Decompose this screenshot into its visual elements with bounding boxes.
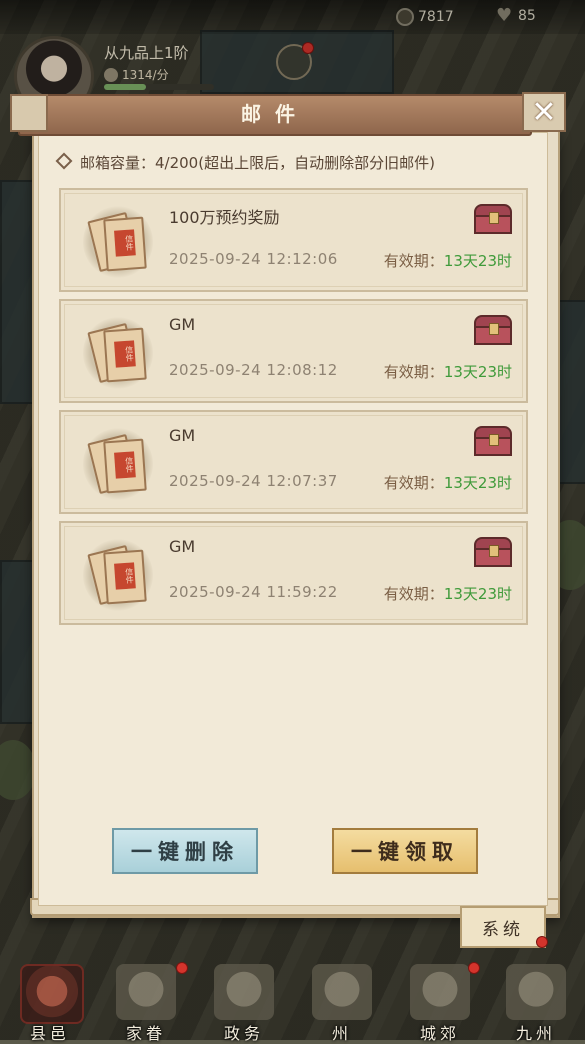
- validity-label: 有效期：: [383, 474, 444, 492]
- mail-title: GM: [169, 315, 196, 334]
- nav-label: 政务: [223, 1024, 264, 1043]
- mail-validity: 有效期：13天23时: [384, 361, 512, 382]
- mailbox-capacity: 邮箱容量：4/200(超出上限后，自动删除部分旧邮件): [55, 152, 435, 173]
- nine-provinces-icon: [506, 964, 566, 1020]
- system-tab-notification-dot: [536, 936, 548, 948]
- validity-value: 13天23时: [443, 363, 512, 381]
- mail-validity: 有效期：13天23时: [384, 472, 512, 493]
- nav-label: 县邑: [29, 1024, 70, 1043]
- treasure-chest-icon: [474, 537, 512, 567]
- close-button[interactable]: ✕: [522, 92, 566, 132]
- mail-item[interactable]: 信件 100万预约奖励 2025-09-24 12:12:06 有效期：13天2…: [59, 188, 528, 292]
- envelope-icon: 信件: [83, 317, 153, 389]
- mail-title: 100万预约奖励: [169, 208, 280, 227]
- validity-label: 有效期：: [383, 585, 444, 603]
- mail-validity: 有效期：13天23时: [384, 583, 512, 604]
- dialog-title-bar: 邮件: [10, 94, 532, 136]
- validity-label: 有效期：: [383, 252, 444, 270]
- nav-label: 州: [331, 1024, 352, 1043]
- envelope-icon: 信件: [83, 539, 153, 611]
- nav-item-county[interactable]: 县邑: [10, 964, 90, 1043]
- mail-date: 2025-09-24 12:07:37: [169, 472, 338, 490]
- validity-value: 13天23时: [443, 474, 512, 492]
- mail-date: 2025-09-24 11:59:22: [169, 583, 338, 601]
- nav-label: 九州: [515, 1024, 556, 1043]
- mail-validity: 有效期：13天23时: [384, 250, 512, 271]
- treasure-chest-icon: [474, 426, 512, 456]
- mail-title: GM: [169, 537, 196, 556]
- nav-item-suburbs[interactable]: 城郊: [400, 964, 480, 1043]
- tab-system[interactable]: 系统: [460, 906, 546, 948]
- county-icon: [20, 964, 84, 1024]
- envelope-icon: 信件: [83, 428, 153, 500]
- envelope-seal: 信件: [114, 562, 136, 590]
- bottom-nav: 县邑 家眷 政务 州 城郊 九州: [0, 958, 585, 1043]
- validity-value: 13天23时: [443, 585, 512, 603]
- close-icon: ✕: [531, 94, 557, 130]
- envelope-seal: 信件: [114, 451, 136, 479]
- claim-all-button[interactable]: 一键领取: [332, 828, 478, 874]
- nav-item-family[interactable]: 家眷: [106, 964, 186, 1043]
- envelope-seal: 信件: [114, 229, 136, 257]
- mail-item[interactable]: 信件 GM 2025-09-24 12:08:12 有效期：13天23时: [59, 299, 528, 403]
- mail-item[interactable]: 信件 GM 2025-09-24 11:59:22 有效期：13天23时: [59, 521, 528, 625]
- nav-label: 家眷: [125, 1024, 166, 1043]
- validity-value: 13天23时: [443, 252, 512, 270]
- nav-item-affairs[interactable]: 政务: [204, 964, 284, 1043]
- mail-title: GM: [169, 426, 196, 445]
- nav-notification-dot: [176, 962, 188, 974]
- envelope-seal: 信件: [114, 340, 136, 368]
- delete-all-button[interactable]: 一键删除: [112, 828, 258, 874]
- mailbox-capacity-text: 邮箱容量：4/200(超出上限后，自动删除部分旧邮件): [80, 154, 435, 172]
- dialog-title: 邮件: [241, 102, 309, 126]
- mail-date: 2025-09-24 12:12:06: [169, 250, 338, 268]
- treasure-chest-icon: [474, 315, 512, 345]
- envelope-icon: 信件: [83, 206, 153, 278]
- affairs-icon: [214, 964, 274, 1020]
- validity-label: 有效期：: [383, 363, 444, 381]
- diamond-bullet-icon: [55, 152, 73, 170]
- nav-item-nine-provinces[interactable]: 九州: [496, 964, 576, 1043]
- suburbs-icon: [410, 964, 470, 1020]
- prefecture-icon: [312, 964, 372, 1020]
- mail-item[interactable]: 信件 GM 2025-09-24 12:07:37 有效期：13天23时: [59, 410, 528, 514]
- family-icon: [116, 964, 176, 1020]
- nav-item-prefecture[interactable]: 州: [302, 964, 382, 1043]
- mail-dialog: 邮件 ✕ 邮箱容量：4/200(超出上限后，自动删除部分旧邮件) 信件 100万…: [10, 92, 566, 948]
- treasure-chest-icon: [474, 204, 512, 234]
- mail-date: 2025-09-24 12:08:12: [169, 361, 338, 379]
- nav-notification-dot: [468, 962, 480, 974]
- nav-label: 城郊: [419, 1024, 460, 1043]
